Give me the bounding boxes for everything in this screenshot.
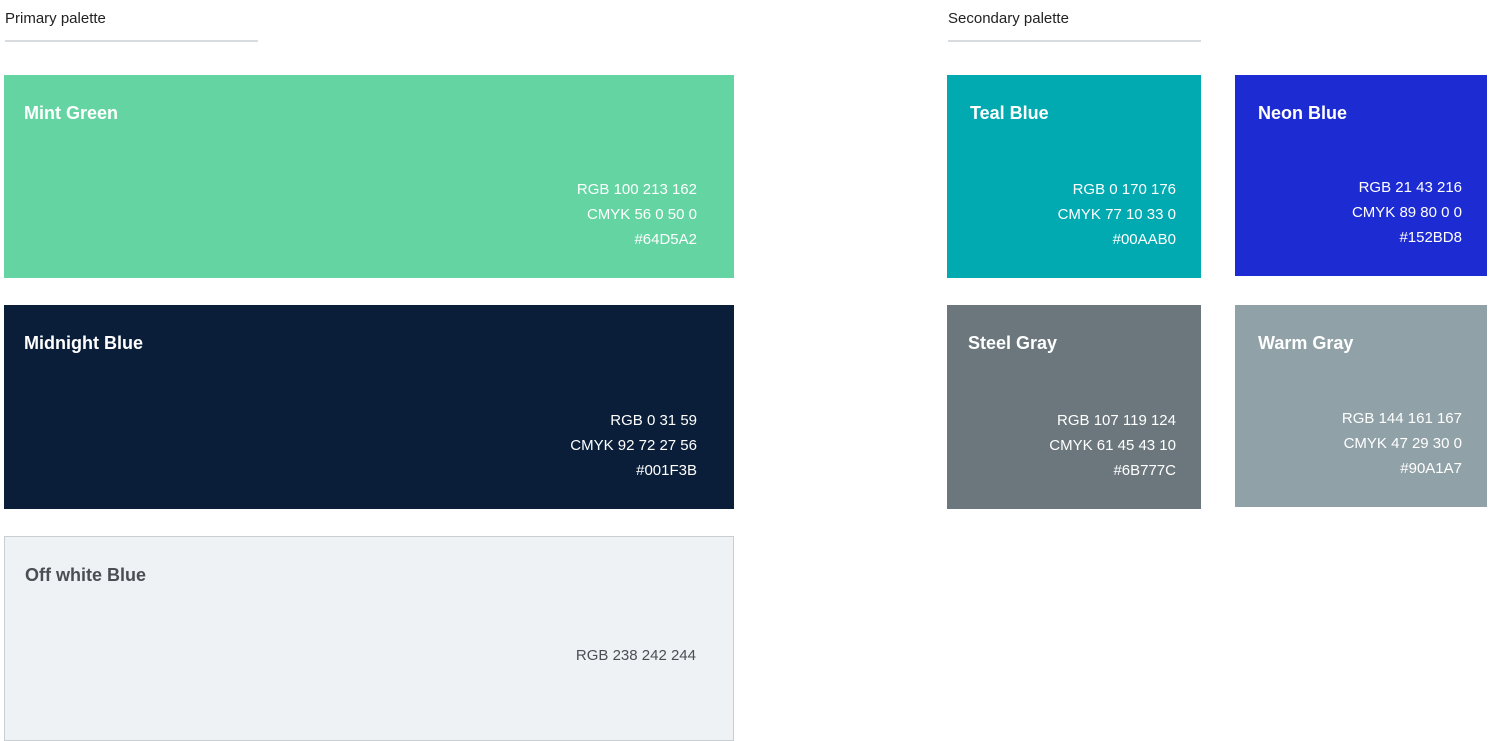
secondary-palette-divider [948,40,1201,42]
swatch-name: Mint Green [24,103,119,123]
swatch-name: Off white Blue [25,565,146,585]
swatch-off-white-blue: Off white Blue RGB 238 242 244 [4,536,734,741]
swatch-hex: #001F3B [636,462,697,479]
swatch-name: Teal Blue [970,103,1049,123]
swatch-cmyk: CMYK 89 80 0 0 [1351,204,1462,221]
swatch-rgb: RGB 238 242 244 [575,647,696,664]
primary-palette-divider [5,40,258,42]
swatch-name: Neon Blue [1258,103,1348,123]
swatch-mint-green: Mint Green RGB 100 213 162 CMYK 56 0 50 … [4,75,734,278]
swatch-midnight-blue: Midnight Blue RGB 0 31 59 CMYK 92 72 27 … [4,305,734,509]
swatch-values: RGB 107 119 124 CMYK 61 45 43 10 #6B777C [1049,408,1176,483]
swatch-hex: #152BD8 [1399,229,1462,246]
swatch-rgb: RGB 144 161 167 [1341,410,1462,427]
swatch-values: RGB 238 242 244 [576,643,696,668]
swatch-cmyk: CMYK 56 0 50 0 [586,206,697,223]
swatch-rgb: RGB 100 213 162 [576,181,697,198]
swatch-values: RGB 144 161 167 CMYK 47 29 30 0 #90A1A7 [1342,406,1462,481]
swatch-hex: #64D5A2 [634,231,697,248]
swatch-values: RGB 0 170 176 CMYK 77 10 33 0 #00AAB0 [1058,177,1176,252]
swatch-name: Steel Gray [968,333,1058,353]
swatch-steel-gray: Steel Gray RGB 107 119 124 CMYK 61 45 43… [947,305,1201,509]
swatch-hex: #6B777C [1113,462,1176,479]
swatch-values: RGB 21 43 216 CMYK 89 80 0 0 #152BD8 [1352,175,1462,250]
swatch-cmyk: CMYK 61 45 43 10 [1049,437,1176,454]
primary-palette-title: Primary palette [5,10,106,27]
swatch-cmyk: CMYK 92 72 27 56 [570,437,697,454]
swatch-name: Midnight Blue [24,333,143,353]
swatch-values: RGB 100 213 162 CMYK 56 0 50 0 #64D5A2 [577,177,697,252]
swatch-name: Warm Gray [1258,333,1354,353]
secondary-palette-title: Secondary palette [948,10,1069,27]
swatch-neon-blue: Neon Blue RGB 21 43 216 CMYK 89 80 0 0 #… [1235,75,1487,276]
swatch-rgb: RGB 107 119 124 [1057,412,1176,429]
swatch-cmyk: CMYK 77 10 33 0 [1057,206,1176,223]
swatch-rgb: RGB 0 170 176 [1072,181,1176,198]
swatch-teal-blue: Teal Blue RGB 0 170 176 CMYK 77 10 33 0 … [947,75,1201,278]
swatch-hex: #90A1A7 [1400,460,1462,477]
swatch-values: RGB 0 31 59 CMYK 92 72 27 56 #001F3B [570,408,697,483]
swatch-cmyk: CMYK 47 29 30 0 [1343,435,1462,452]
swatch-rgb: RGB 21 43 216 [1358,179,1462,196]
swatch-hex: #00AAB0 [1112,231,1176,248]
swatch-rgb: RGB 0 31 59 [610,412,697,429]
swatch-warm-gray: Warm Gray RGB 144 161 167 CMYK 47 29 30 … [1235,305,1487,507]
